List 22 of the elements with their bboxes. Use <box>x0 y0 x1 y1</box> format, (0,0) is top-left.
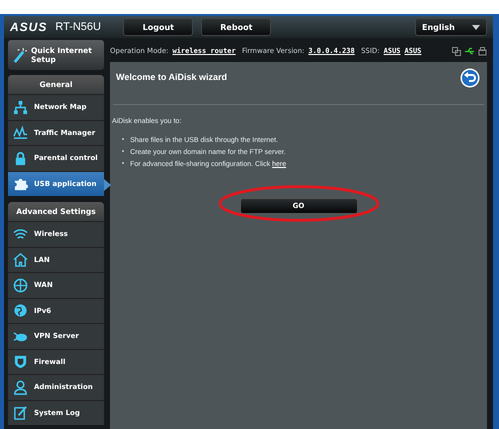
brand-logo: ASUS <box>10 20 48 34</box>
puzzle-icon <box>13 176 28 192</box>
model-name: RT-N56U <box>55 21 102 33</box>
back-arrow-icon[interactable] <box>460 68 480 88</box>
notepad-icon <box>13 405 28 420</box>
globe-icon <box>13 303 28 318</box>
usb-icon[interactable] <box>465 46 474 56</box>
header-button[interactable]: Reboot <box>201 18 272 36</box>
person-icon <box>13 380 28 395</box>
chart-line-icon <box>13 125 28 140</box>
copy-icon[interactable] <box>452 46 461 56</box>
globe-icon <box>13 278 28 293</box>
panel-title: Welcome to AiDisk wizard <box>116 72 228 84</box>
house-icon <box>13 252 28 268</box>
network-icon <box>13 100 28 115</box>
header-button[interactable]: Logout <box>123 18 194 36</box>
printer-icon[interactable] <box>478 46 487 56</box>
magic-wand-icon <box>12 48 27 62</box>
dropdown-arrow-icon <box>472 24 480 30</box>
padlock-icon <box>13 150 28 166</box>
language-dropdown[interactable]: English <box>415 18 487 36</box>
shield-icon <box>13 354 28 370</box>
